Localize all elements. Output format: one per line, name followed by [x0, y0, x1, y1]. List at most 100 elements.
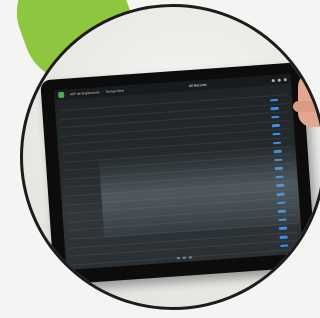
table-cell — [75, 206, 112, 209]
table-cell — [212, 197, 235, 199]
table-cell — [148, 133, 175, 135]
table-cell — [235, 187, 256, 188]
table-cell — [183, 242, 215, 244]
user-icon[interactable] — [283, 77, 287, 81]
table-cell — [255, 177, 276, 178]
table-cell — [257, 212, 278, 213]
status-indicator — [270, 115, 280, 119]
table-cell — [152, 193, 179, 195]
table-cell — [61, 140, 70, 141]
table-cell — [62, 149, 71, 150]
column-header[interactable] — [205, 95, 228, 97]
table-cell — [254, 169, 275, 170]
table-cell — [150, 158, 177, 160]
table-cell — [112, 212, 153, 215]
table-cell — [72, 155, 109, 158]
table-cell — [77, 223, 114, 226]
table-cell — [61, 131, 70, 132]
status-indicator — [271, 124, 280, 128]
status-indicator — [277, 209, 286, 213]
table-cell — [180, 199, 212, 201]
column-header[interactable] — [68, 103, 105, 106]
column-header[interactable] — [146, 99, 173, 101]
table-cell — [114, 237, 155, 240]
table-cell — [253, 160, 274, 161]
table-cell — [78, 249, 115, 252]
table-cell — [183, 233, 215, 235]
table-cell — [252, 143, 273, 144]
status-indicator — [275, 184, 284, 188]
wall-tablet: APP de EngSemana Tiempo Real All Records — [40, 62, 316, 285]
table-cell — [72, 163, 109, 166]
column-header[interactable] — [249, 92, 270, 93]
table-cell — [156, 244, 183, 246]
table-cell — [211, 172, 234, 174]
table-cell — [230, 127, 251, 128]
photo-circle-frame: APP de EngSemana Tiempo Real All Records — [20, 4, 320, 310]
table-cell — [179, 182, 211, 184]
table-cell — [110, 177, 151, 180]
person-finger — [293, 101, 319, 112]
status-indicator — [278, 227, 287, 231]
table-cell — [149, 141, 176, 143]
status-indicator — [272, 132, 281, 136]
table-cell — [112, 203, 153, 206]
table-cell — [255, 186, 276, 187]
table-cell — [175, 122, 207, 124]
table-cell — [182, 225, 214, 227]
table-cell — [115, 246, 156, 249]
table-cell — [213, 206, 236, 208]
column-header[interactable] — [105, 101, 146, 104]
table-cell — [113, 220, 154, 223]
table-cell — [60, 114, 69, 115]
table-cell — [106, 126, 147, 129]
table-cell — [249, 100, 270, 101]
column-header[interactable] — [228, 93, 249, 94]
column-header[interactable] — [269, 91, 287, 92]
notification-icon[interactable] — [271, 78, 275, 82]
table-cell — [114, 229, 155, 232]
table-cell — [69, 112, 106, 115]
table-cell — [154, 218, 181, 220]
table-cell — [77, 232, 114, 235]
page-title: All Records — [188, 82, 207, 89]
column-header[interactable] — [173, 96, 205, 98]
status-indicator — [269, 98, 278, 102]
table-cell — [155, 227, 182, 229]
table-cell — [211, 180, 234, 182]
table-cell — [232, 153, 253, 154]
photo-scene: APP de EngSemana Tiempo Real All Records — [0, 0, 320, 318]
table-cell — [176, 139, 208, 141]
column-header[interactable] — [59, 106, 68, 107]
table-cell — [109, 160, 150, 163]
table-cell — [178, 165, 210, 167]
table-cell — [229, 110, 250, 111]
table-cell — [153, 201, 180, 203]
table-cell — [64, 174, 73, 175]
table-cell — [152, 184, 179, 186]
table-cell — [68, 234, 77, 235]
table-cell — [108, 143, 149, 146]
page-prev-button[interactable] — [176, 257, 180, 260]
table-cell — [181, 208, 213, 210]
table-cell — [174, 113, 206, 115]
table-cell — [214, 215, 237, 217]
table-cell — [233, 170, 254, 171]
page-indicator — [182, 256, 186, 259]
table-cell — [73, 172, 110, 175]
table-cell — [75, 197, 112, 200]
table-cell — [209, 146, 232, 148]
table-cell — [71, 146, 108, 149]
table-cell — [230, 119, 251, 120]
table-cell — [148, 124, 175, 126]
table-cell — [238, 230, 259, 231]
table-cell — [236, 213, 257, 214]
settings-icon[interactable] — [277, 78, 281, 82]
page-next-button[interactable] — [188, 256, 192, 259]
table-cell — [256, 203, 277, 204]
table-cell — [74, 180, 111, 183]
table-cell — [234, 179, 255, 180]
table-cell — [66, 209, 75, 210]
table-cell — [215, 232, 238, 234]
table-cell — [64, 183, 73, 184]
